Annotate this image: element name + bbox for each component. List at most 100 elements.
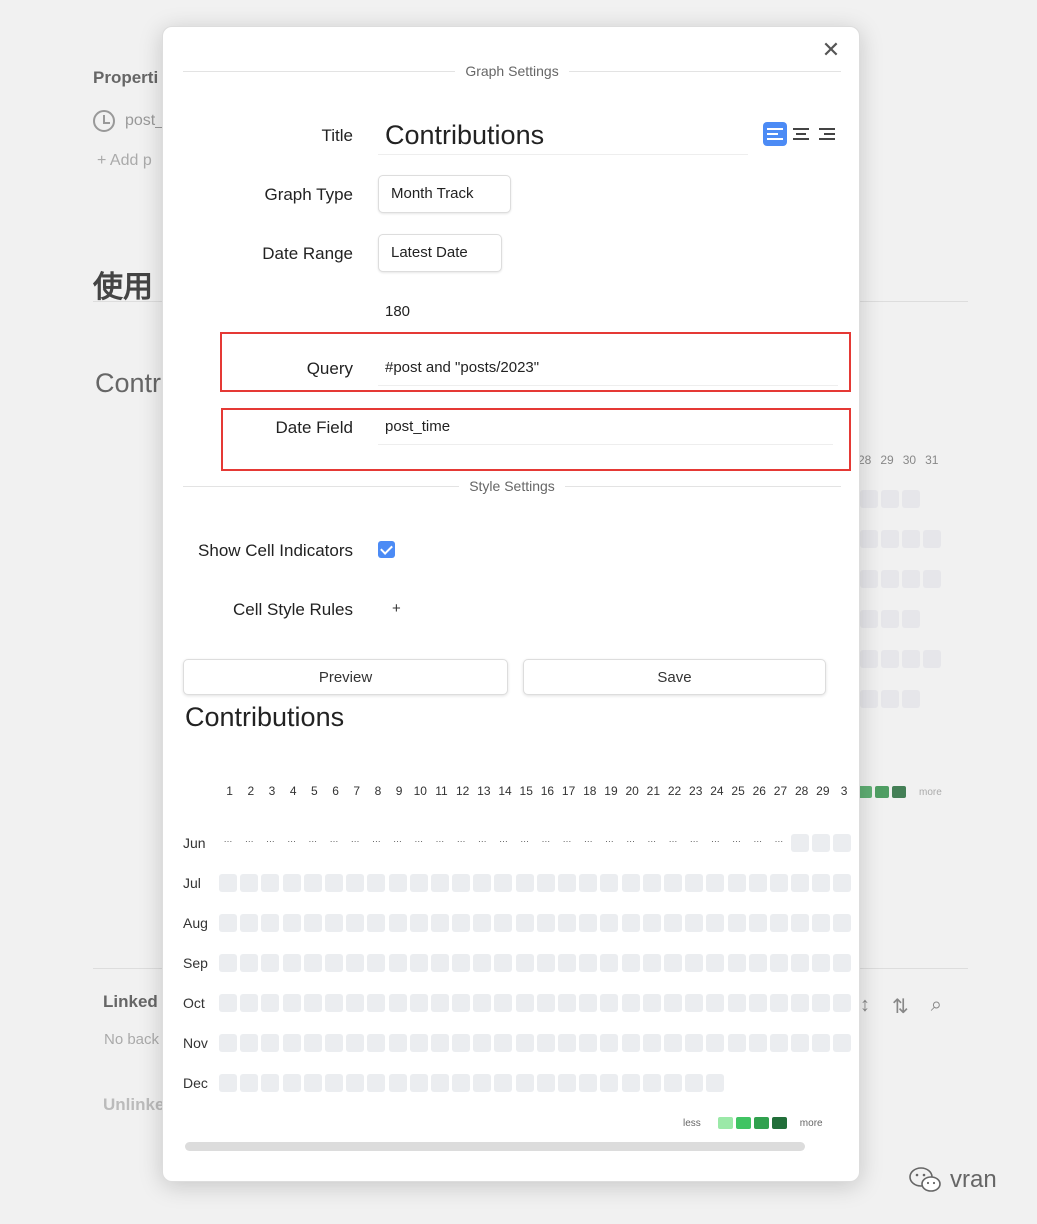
contribution-cell[interactable] [727, 994, 746, 1012]
align-right-button[interactable] [815, 122, 839, 146]
contribution-cell[interactable] [282, 954, 301, 972]
contribution-cell[interactable] [430, 954, 449, 972]
contribution-cell[interactable] [706, 1074, 725, 1092]
contribution-cell[interactable] [558, 914, 576, 932]
contribution-cell[interactable] [558, 954, 576, 972]
contribution-cell[interactable] [769, 954, 788, 972]
contribution-cell[interactable] [579, 874, 598, 892]
contribution-cell[interactable] [282, 1074, 301, 1092]
contribution-cell[interactable] [706, 914, 725, 932]
contribution-cell[interactable] [473, 954, 492, 972]
contribution-cell[interactable] [324, 994, 343, 1012]
contribution-cell[interactable] [303, 994, 322, 1012]
contribution-cell[interactable] [388, 1034, 407, 1052]
contribution-cell[interactable] [642, 1074, 661, 1092]
contribution-cell[interactable] [494, 1074, 513, 1092]
contribution-cell[interactable] [388, 874, 407, 892]
contribution-cell[interactable] [346, 914, 365, 932]
contribution-cell[interactable] [240, 914, 259, 932]
title-input[interactable]: Contributions [378, 115, 748, 155]
contribution-cell[interactable] [282, 1034, 301, 1052]
contribution-cell[interactable] [621, 1034, 640, 1052]
contribution-cell[interactable] [303, 1034, 322, 1052]
contribution-cell[interactable] [473, 1034, 492, 1052]
contribution-cell[interactable] [833, 914, 852, 932]
contribution-cell[interactable] [769, 994, 788, 1012]
contribution-cell[interactable] [303, 914, 322, 932]
contribution-cell[interactable] [494, 914, 513, 932]
contribution-cell[interactable] [558, 1074, 576, 1092]
contribution-cell[interactable] [748, 874, 767, 892]
contribution-cell[interactable] [663, 874, 682, 892]
contribution-cell[interactable] [600, 1034, 619, 1052]
contribution-cell[interactable] [748, 954, 767, 972]
contribution-cell[interactable] [261, 1074, 280, 1092]
contribution-cell[interactable] [727, 1034, 746, 1052]
contribution-cell[interactable] [473, 874, 492, 892]
date-field-input[interactable]: post_time [378, 409, 833, 445]
contribution-cell[interactable] [833, 834, 852, 852]
contribution-cell[interactable] [282, 874, 301, 892]
contribution-cell[interactable] [515, 954, 534, 972]
contribution-cell[interactable] [600, 994, 619, 1012]
contribution-cell[interactable] [473, 914, 492, 932]
contribution-cell[interactable] [642, 994, 661, 1012]
horizontal-scrollbar[interactable] [185, 1142, 805, 1151]
contribution-cell[interactable] [621, 954, 640, 972]
contribution-cell[interactable] [812, 914, 831, 932]
search-icon[interactable]: ⌕ [931, 994, 942, 1019]
contribution-cell[interactable] [452, 874, 471, 892]
contribution-cell[interactable] [240, 954, 259, 972]
contribution-cell[interactable] [769, 874, 788, 892]
contribution-cell[interactable] [748, 914, 767, 932]
contribution-cell[interactable] [791, 1034, 810, 1052]
contribution-cell[interactable] [642, 874, 661, 892]
contribution-cell[interactable] [685, 954, 704, 972]
contribution-cell[interactable] [536, 874, 555, 892]
contribution-cell[interactable] [430, 874, 449, 892]
contribution-cell[interactable] [367, 1074, 386, 1092]
contribution-cell[interactable] [536, 1074, 555, 1092]
date-range-days-input[interactable]: 180 [385, 303, 410, 320]
contribution-cell[interactable] [346, 1034, 365, 1052]
contribution-cell[interactable] [303, 1074, 322, 1092]
contribution-cell[interactable] [409, 954, 428, 972]
contribution-cell[interactable] [430, 994, 449, 1012]
contribution-cell[interactable] [558, 1034, 576, 1052]
contribution-cell[interactable] [452, 914, 471, 932]
add-property-button[interactable]: + Add p [97, 152, 152, 170]
contribution-cell[interactable] [240, 1034, 259, 1052]
contribution-cell[interactable] [791, 994, 810, 1012]
contribution-cell[interactable] [346, 874, 365, 892]
contribution-cell[interactable] [367, 954, 386, 972]
contribution-cell[interactable] [769, 914, 788, 932]
contribution-cell[interactable] [409, 914, 428, 932]
contribution-cell[interactable] [791, 874, 810, 892]
contribution-cell[interactable] [663, 1074, 682, 1092]
contribution-cell[interactable] [303, 874, 322, 892]
contribution-cell[interactable] [558, 994, 576, 1012]
contribution-cell[interactable] [706, 994, 725, 1012]
contribution-cell[interactable] [452, 954, 471, 972]
show-cell-indicators-checkbox[interactable] [378, 541, 395, 558]
date-range-select[interactable]: Latest Date [378, 234, 502, 272]
contribution-cell[interactable] [367, 1034, 386, 1052]
contribution-cell[interactable] [452, 1074, 471, 1092]
contribution-cell[interactable] [473, 1074, 492, 1092]
add-rule-button[interactable]: + [392, 600, 401, 617]
contribution-cell[interactable] [748, 994, 767, 1012]
contribution-cell[interactable] [706, 954, 725, 972]
contribution-cell[interactable] [685, 1074, 704, 1092]
sort-icon[interactable]: ⇅ [892, 994, 909, 1019]
contribution-cell[interactable] [621, 914, 640, 932]
contribution-cell[interactable] [515, 1074, 534, 1092]
contribution-cell[interactable] [833, 1034, 852, 1052]
contribution-cell[interactable] [833, 874, 852, 892]
contribution-cell[interactable] [388, 914, 407, 932]
contribution-cell[interactable] [791, 914, 810, 932]
contribution-cell[interactable] [261, 874, 280, 892]
contribution-cell[interactable] [727, 914, 746, 932]
contribution-cell[interactable] [473, 994, 492, 1012]
graph-type-select[interactable]: Month Track [378, 175, 511, 213]
contribution-cell[interactable] [727, 874, 746, 892]
